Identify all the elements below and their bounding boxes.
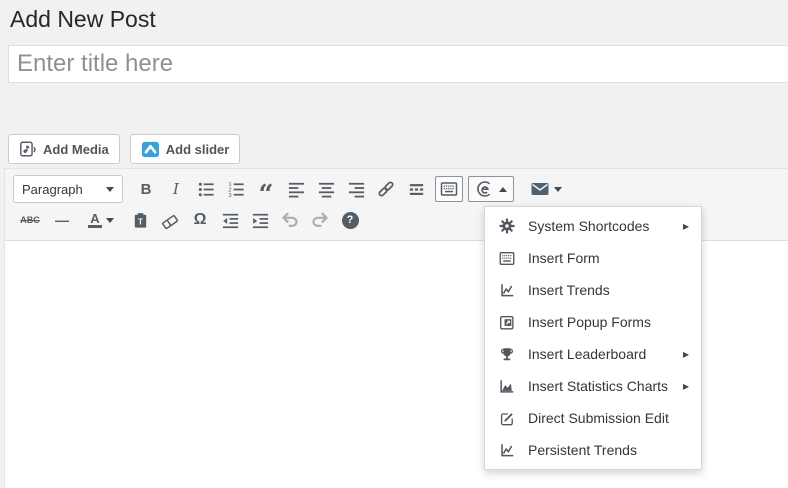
italic-icon: I bbox=[173, 180, 179, 198]
outdent-button[interactable] bbox=[216, 207, 244, 233]
menu-item-insert-trends[interactable]: Insert Trends bbox=[485, 274, 701, 306]
add-slider-button[interactable]: Add slider bbox=[130, 134, 241, 164]
numbered-list-icon: 1 2 3 bbox=[227, 180, 246, 199]
blockquote-icon: “ bbox=[259, 178, 274, 200]
area-chart-icon bbox=[498, 377, 516, 396]
menu-item-persistent-trends[interactable]: Persistent Trends bbox=[485, 434, 701, 466]
svg-text:T: T bbox=[138, 217, 143, 226]
chevron-down-icon bbox=[554, 187, 562, 192]
chevron-down-icon bbox=[106, 187, 114, 192]
gear-icon bbox=[498, 217, 516, 235]
submenu-arrow-icon: ▸ bbox=[683, 219, 689, 233]
menu-item-label: Persistent Trends bbox=[528, 442, 637, 458]
bold-icon: B bbox=[141, 181, 152, 198]
text-color-button[interactable]: A bbox=[78, 207, 124, 233]
align-center-button[interactable] bbox=[312, 176, 340, 202]
edit-icon bbox=[498, 409, 516, 428]
bullet-list-button[interactable] bbox=[192, 176, 220, 202]
paragraph-format-value: Paragraph bbox=[22, 182, 83, 197]
svg-text:3: 3 bbox=[228, 192, 232, 198]
eraser-icon bbox=[160, 210, 180, 230]
menu-item-label: System Shortcodes bbox=[528, 218, 649, 234]
add-media-button[interactable]: Add Media bbox=[8, 134, 120, 164]
menu-item-insert-popup-forms[interactable]: Insert Popup Forms bbox=[485, 306, 701, 338]
form-shortcode-button[interactable] bbox=[435, 176, 463, 202]
trophy-icon bbox=[498, 345, 516, 364]
help-button[interactable]: ? bbox=[336, 207, 364, 233]
shortcodes-dropdown-button[interactable] bbox=[468, 176, 514, 202]
email-dropdown-button[interactable] bbox=[523, 176, 569, 202]
menu-item-label: Insert Popup Forms bbox=[528, 314, 651, 330]
undo-button[interactable] bbox=[276, 207, 304, 233]
slider-icon bbox=[141, 140, 160, 159]
undo-icon bbox=[280, 210, 300, 230]
special-character-button[interactable]: Ω bbox=[186, 207, 214, 233]
strikethrough-button[interactable]: ABC bbox=[14, 207, 46, 233]
clipboard-text-icon: T bbox=[131, 211, 150, 230]
menu-item-label: Insert Statistics Charts bbox=[528, 378, 668, 394]
align-left-button[interactable] bbox=[282, 176, 310, 202]
submenu-arrow-icon: ▸ bbox=[683, 347, 689, 361]
bold-button[interactable]: B bbox=[132, 176, 160, 202]
strikethrough-icon: ABC bbox=[20, 215, 40, 225]
indent-button[interactable] bbox=[246, 207, 274, 233]
add-media-label: Add Media bbox=[43, 142, 109, 157]
help-icon: ? bbox=[342, 212, 359, 229]
clear-formatting-button[interactable] bbox=[156, 207, 184, 233]
menu-item-insert-statistics-charts[interactable]: Insert Statistics Charts ▸ bbox=[485, 370, 701, 402]
e-shortcode-icon bbox=[475, 179, 495, 199]
redo-button[interactable] bbox=[306, 207, 334, 233]
media-buttons-row: Add Media Add slider bbox=[8, 134, 240, 164]
align-center-icon bbox=[317, 180, 336, 199]
submenu-arrow-icon: ▸ bbox=[683, 379, 689, 393]
toolbar-row-1: Paragraph B I 1 bbox=[13, 173, 781, 205]
horizontal-rule-icon: — bbox=[55, 212, 69, 228]
redo-icon bbox=[310, 210, 330, 230]
italic-button[interactable]: I bbox=[162, 176, 190, 202]
omega-icon: Ω bbox=[194, 211, 207, 229]
post-title-input[interactable] bbox=[8, 45, 788, 83]
menu-item-label: Insert Leaderboard bbox=[528, 346, 646, 362]
envelope-icon bbox=[530, 179, 550, 199]
form-icon bbox=[498, 249, 516, 268]
menu-item-insert-form[interactable]: Insert Form bbox=[485, 242, 701, 274]
numbered-list-button[interactable]: 1 2 3 bbox=[222, 176, 250, 202]
bullet-list-icon bbox=[197, 180, 216, 199]
menu-item-insert-leaderboard[interactable]: Insert Leaderboard ▸ bbox=[485, 338, 701, 370]
link-icon bbox=[376, 179, 396, 199]
media-icon bbox=[19, 140, 37, 158]
menu-item-label: Insert Trends bbox=[528, 282, 610, 298]
insert-link-button[interactable] bbox=[372, 176, 400, 202]
chevron-down-icon bbox=[106, 218, 114, 223]
paragraph-format-select[interactable]: Paragraph bbox=[13, 175, 123, 203]
paste-as-text-button[interactable]: T bbox=[126, 207, 154, 233]
keyboard-form-icon bbox=[439, 179, 459, 199]
align-right-icon bbox=[347, 180, 366, 199]
page-title: Add New Post bbox=[10, 4, 156, 34]
indent-icon bbox=[251, 211, 270, 230]
horizontal-rule-button[interactable]: — bbox=[48, 207, 76, 233]
line-chart-icon bbox=[498, 441, 516, 460]
outdent-icon bbox=[221, 211, 240, 230]
align-left-icon bbox=[287, 180, 306, 199]
menu-item-system-shortcodes[interactable]: System Shortcodes ▸ bbox=[485, 210, 701, 242]
menu-item-label: Insert Form bbox=[528, 250, 600, 266]
add-slider-label: Add slider bbox=[166, 142, 230, 157]
read-more-button[interactable] bbox=[402, 176, 430, 202]
line-chart-icon bbox=[498, 281, 516, 300]
help-glyph: ? bbox=[347, 214, 354, 226]
menu-item-label: Direct Submission Edit bbox=[528, 410, 669, 426]
read-more-icon bbox=[407, 180, 426, 199]
chevron-up-icon bbox=[499, 187, 507, 192]
shortcodes-dropdown-menu: System Shortcodes ▸ Insert Form Insert T… bbox=[484, 206, 702, 470]
text-color-icon: A bbox=[88, 212, 101, 228]
popup-icon bbox=[498, 313, 516, 332]
blockquote-button[interactable]: “ bbox=[252, 176, 280, 202]
menu-item-direct-submission-edit[interactable]: Direct Submission Edit bbox=[485, 402, 701, 434]
align-right-button[interactable] bbox=[342, 176, 370, 202]
